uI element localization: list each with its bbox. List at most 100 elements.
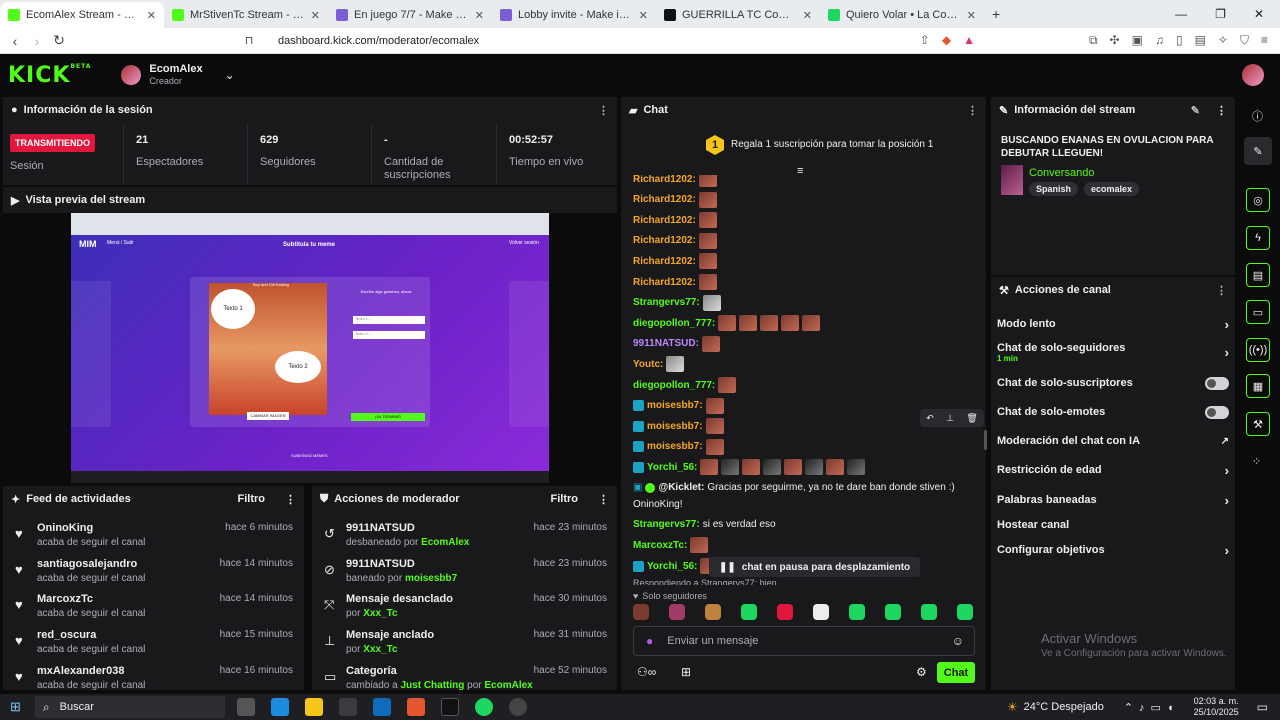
emote-icon[interactable]	[633, 604, 649, 620]
outlook-icon[interactable]	[372, 698, 391, 716]
back-icon[interactable]: ‹	[4, 33, 26, 49]
feed-item[interactable]: ♥ santiagosalejandro acaba de seguir el ca…	[3, 558, 303, 594]
document-icon[interactable]: ▤	[1246, 263, 1270, 287]
clock[interactable]: 02:03 a. m. 25/10/2025	[1194, 696, 1239, 718]
more-icon[interactable]: ⋮	[285, 493, 296, 506]
delete-icon[interactable]: 🗑	[966, 413, 977, 424]
tray-icons[interactable]: ⌃♪▭◖	[1124, 701, 1180, 714]
chat-username[interactable]: Richard1202:	[633, 256, 696, 267]
windows-start-icon[interactable]: ⊞	[10, 699, 21, 715]
chat-username[interactable]: Strangervs77:	[633, 519, 700, 530]
feed-item[interactable]: ♥ OninoKing acaba de seguir el canal hace 6…	[3, 522, 303, 558]
chat-message[interactable]: Yorchi_56:	[633, 458, 866, 476]
chat-message[interactable]: Richard1202:	[633, 191, 717, 209]
explorer-icon[interactable]	[304, 698, 323, 716]
channel-action-item[interactable]: Moderación del chat con IA ↗	[997, 430, 1229, 452]
chat-username[interactable]: diegopollon_777:	[633, 380, 715, 391]
modaction-item[interactable]: ▭ Categoría cambiado a Just Chatting por E…	[312, 665, 617, 690]
forward-icon[interactable]: ›	[26, 33, 48, 49]
weather-text[interactable]: 24°C Despejado	[1024, 701, 1104, 713]
emote-icon[interactable]	[849, 604, 865, 620]
chat-username[interactable]: Yorchi_56:	[647, 561, 697, 572]
brave-shield-icon[interactable]: ◆	[942, 33, 951, 48]
modaction-by[interactable]: Xxx_Tc	[363, 644, 397, 655]
minimize-icon[interactable]: —	[1175, 7, 1187, 21]
leo-icon[interactable]: ✧	[1218, 33, 1228, 48]
chat-username[interactable]: 9911NATSUD:	[633, 338, 699, 349]
chat-input[interactable]: ● Enviar un mensaje ☺	[633, 626, 975, 656]
pencil-icon[interactable]: ✎	[1244, 137, 1272, 165]
chat-username[interactable]: Richard1202:	[633, 215, 696, 226]
browser-tab[interactable]: EcomAlex Stream - Kick Dash ✕	[0, 2, 164, 28]
feed-item[interactable]: ♥ MarcoxzTc acaba de seguir el canal hace 1…	[3, 593, 303, 629]
emote-icon[interactable]	[957, 604, 973, 620]
toggle-switch[interactable]	[1205, 376, 1229, 390]
chat-message[interactable]: Yorchi_56:	[633, 557, 719, 575]
chat-message[interactable]: Richard1202:	[633, 175, 717, 188]
restore-icon[interactable]: ❐	[1215, 7, 1226, 21]
preview-video[interactable]: MIM Menú / Salir Subtitula tu meme Volve…	[71, 213, 549, 483]
spotify-icon[interactable]	[474, 698, 493, 716]
more-icon[interactable]: ⋮	[1216, 284, 1227, 297]
reload-icon[interactable]: ↻	[48, 32, 70, 49]
chat-message[interactable]: diegopollon_777:	[633, 314, 821, 332]
browser-tab[interactable]: Quiero Volar • La Combinación V ✕	[820, 2, 984, 28]
chat-message[interactable]: Strangervs77:	[633, 294, 721, 312]
user-avatar[interactable]	[1242, 64, 1264, 86]
edge-icon[interactable]	[270, 698, 289, 716]
close-tab-icon[interactable]: ✕	[639, 9, 648, 22]
obs-icon[interactable]	[508, 698, 527, 716]
chat-message[interactable]: MarcoxzTc:	[633, 536, 709, 554]
extension-icon[interactable]: ⧉	[1089, 33, 1098, 48]
chat-username[interactable]: MarcoxzTc:	[633, 540, 687, 551]
close-tab-icon[interactable]: ✕	[803, 9, 812, 22]
close-tab-icon[interactable]: ✕	[967, 9, 976, 22]
lightning-icon[interactable]: ϟ	[1246, 226, 1270, 250]
tiktok-icon[interactable]	[440, 698, 459, 716]
emote-icon[interactable]	[885, 604, 901, 620]
emote-icon[interactable]	[777, 604, 793, 620]
chat-send-button[interactable]: Chat	[937, 662, 975, 683]
feed-item[interactable]: ♥ mxAlexander038 acaba de seguir el canal h…	[3, 665, 303, 690]
vpn-icon[interactable]: ⛉	[1240, 33, 1249, 48]
browser-tab[interactable]: Lobby invite - Make it Meme ✕	[492, 2, 656, 28]
brave-rewards-icon[interactable]: ▲	[963, 33, 975, 48]
chat-paused-banner[interactable]: ❚❚ chat en pausa para desplazamiento	[709, 557, 921, 577]
bookmark-icon[interactable]: ⊓	[238, 34, 260, 47]
modaction-by[interactable]: EcomAlex	[421, 537, 469, 548]
feed-item-name[interactable]: OninoKing	[37, 522, 93, 534]
browser-tab[interactable]: En juego 7/7 - Make it Meme ✕	[328, 2, 492, 28]
chat-message[interactable]: moisesbb7:	[633, 397, 724, 415]
stream-tag[interactable]: Spanish	[1029, 182, 1079, 196]
settings-icon[interactable]: ⚙	[916, 665, 927, 679]
pin-icon[interactable]: ⊥	[946, 413, 954, 424]
more-icon[interactable]: ⋮	[598, 493, 609, 506]
chat-message[interactable]: 9911NATSUD:	[633, 335, 720, 353]
feed-item-name[interactable]: red_oscura	[37, 629, 96, 641]
close-tab-icon[interactable]: ✕	[147, 9, 156, 22]
store-icon[interactable]	[338, 698, 357, 716]
channel-action-item[interactable]: Restricción de edad ›	[997, 459, 1229, 481]
chat-scrollbar[interactable]	[984, 430, 987, 450]
feed-item-name[interactable]: santiagosalejandro	[37, 558, 137, 570]
edit-icon[interactable]: ✎	[1191, 104, 1200, 117]
puzzle-icon[interactable]: ✣	[1110, 33, 1120, 48]
screenshot-icon[interactable]: ▣	[1132, 33, 1143, 48]
wallet-icon[interactable]: ▤	[1195, 33, 1206, 48]
modaction-by[interactable]: Xxx_Tc	[363, 608, 397, 619]
broadcast-icon[interactable]: ((•))	[1246, 338, 1270, 362]
message-icon[interactable]: ▭	[1246, 300, 1270, 324]
chat-username[interactable]: Richard1202:	[633, 175, 696, 185]
chat-message[interactable]: Richard1202:	[633, 273, 717, 291]
emote-icon[interactable]	[813, 604, 829, 620]
modaction-item[interactable]: ⊘ 9911NATSUD baneado por moisesbb7 hace 23 …	[312, 558, 617, 594]
notification-icon[interactable]: ▭	[1257, 700, 1268, 714]
taskbar-search[interactable]: ⌕ Buscar	[34, 696, 225, 718]
chat-username[interactable]: Strangervs77:	[633, 297, 700, 308]
camera-icon[interactable]: ◎	[1246, 188, 1270, 212]
more-icon[interactable]: ⋮	[967, 104, 978, 117]
close-tab-icon[interactable]: ✕	[475, 9, 484, 22]
chat-message[interactable]: moisesbb7:	[633, 417, 724, 435]
chat-username[interactable]: Richard1202:	[633, 194, 696, 205]
chat-message[interactable]: Strangervs77: si es verdad eso	[633, 515, 776, 533]
